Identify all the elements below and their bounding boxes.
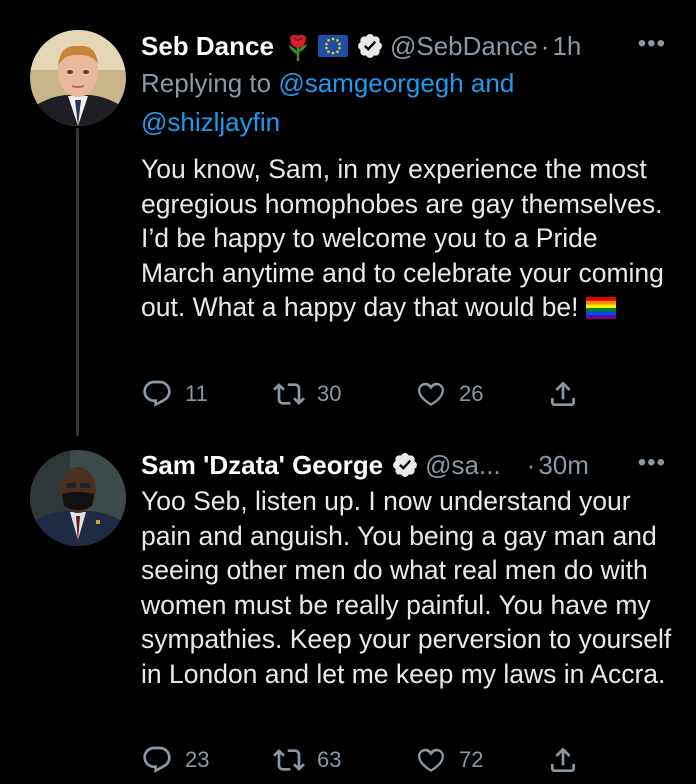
avatar-image — [30, 30, 126, 126]
retweet-icon — [273, 383, 305, 405]
reply-mention-samgeorgegh[interactable]: @samgeorgegh — [278, 68, 463, 98]
like-button[interactable]: 26 — [415, 378, 483, 410]
thread-line — [76, 128, 79, 436]
verified-badge-icon — [391, 451, 419, 479]
tweet-header: Seb Dance @SebDance · 1h ••• — [141, 26, 696, 66]
author-name[interactable]: Sam 'Dzata' George — [141, 450, 383, 481]
avatar-seb-dance[interactable] — [30, 30, 126, 126]
tweet-seb-dance[interactable]: Seb Dance @SebDance · 1h ••• Replying to… — [0, 0, 696, 440]
retweet-count: 30 — [317, 381, 342, 406]
rainbow-flag-icon — [585, 293, 616, 328]
eu-flag-icon — [317, 35, 348, 57]
tweet-text-content: Yoo Seb, listen up. I now understand you… — [141, 486, 672, 689]
retweet-button[interactable]: 30 — [273, 378, 341, 410]
replying-to: Replying to @samgeorgegh and @shizljayfi… — [141, 64, 666, 142]
share-button[interactable] — [547, 744, 591, 776]
reply-icon — [143, 380, 171, 407]
like-count: 26 — [459, 381, 484, 406]
reply-mention-shizljayfin[interactable]: @shizljayfin — [141, 107, 280, 137]
reply-count: 11 — [185, 381, 208, 406]
more-options-icon[interactable]: ••• — [638, 449, 666, 477]
reply-mention-and: and — [463, 68, 515, 98]
verified-badge-icon — [356, 32, 384, 60]
timestamp[interactable]: 1h — [552, 31, 581, 62]
reply-button[interactable]: 23 — [141, 744, 209, 776]
tweet-text: You know, Sam, in my experience the most… — [141, 152, 672, 328]
like-count: 72 — [459, 747, 484, 772]
avatar-image — [30, 450, 126, 546]
separator-dot: · — [526, 449, 536, 480]
share-icon — [551, 381, 575, 406]
reply-button[interactable]: 11 — [141, 378, 208, 410]
retweet-icon — [273, 749, 305, 771]
like-button[interactable]: 72 — [415, 744, 483, 776]
separator-dot: · — [540, 30, 550, 61]
heart-icon — [418, 748, 444, 772]
tweet-actions: 11 30 26 — [141, 378, 696, 418]
retweet-button[interactable]: 63 — [273, 744, 341, 776]
share-icon — [551, 747, 575, 772]
tweet-sam-george[interactable]: Sam 'Dzata' George @sa... · 30m ••• Yoo … — [0, 440, 696, 773]
author-handle[interactable]: @SebDance — [390, 31, 538, 62]
author-name[interactable]: Seb Dance — [141, 31, 274, 62]
reply-count: 23 — [185, 747, 210, 772]
tweet-actions: 23 63 72 — [141, 744, 696, 784]
author-handle[interactable]: @sa... — [425, 450, 501, 481]
avatar-sam-george[interactable] — [30, 450, 126, 546]
more-options-icon[interactable]: ••• — [638, 30, 666, 58]
replying-to-label: Replying to — [141, 68, 279, 98]
tweet-header: Sam 'Dzata' George @sa... · 30m ••• — [141, 445, 696, 485]
retweet-count: 63 — [317, 747, 342, 772]
heart-icon — [418, 382, 444, 406]
reply-icon — [143, 746, 171, 773]
tweet-text: Yoo Seb, listen up. I now understand you… — [141, 484, 672, 691]
rose-emoji-icon — [284, 31, 312, 61]
share-button[interactable] — [547, 378, 591, 410]
timestamp[interactable]: 30m — [538, 450, 589, 481]
